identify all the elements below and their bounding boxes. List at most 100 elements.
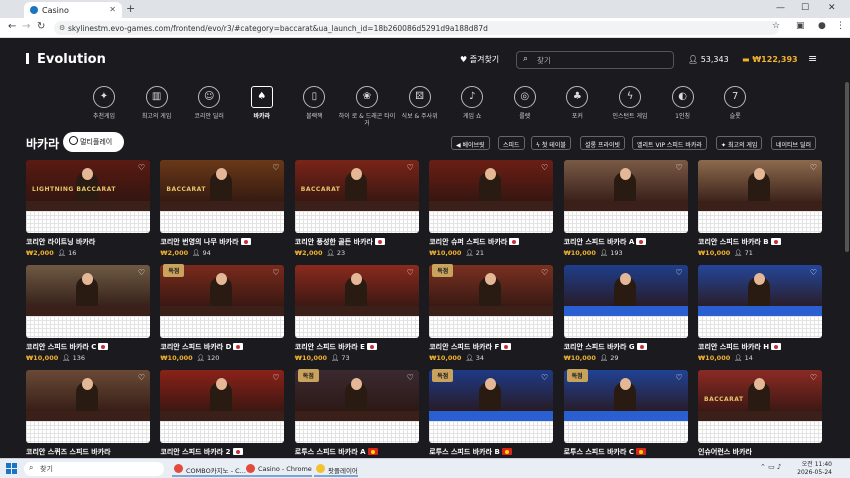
- game-thumbnail[interactable]: ♡: [698, 160, 822, 211]
- favorite-heart-icon[interactable]: ♡: [810, 268, 817, 277]
- game-thumbnail[interactable]: ♡: [429, 160, 554, 211]
- game-thumbnail[interactable]: ♡: [26, 370, 150, 421]
- game-card[interactable]: ♡ 코리안 슈퍼 스피드 바카라 ₩10,000 👤︎ 21: [429, 160, 554, 257]
- new-tab-button[interactable]: +: [126, 2, 135, 15]
- favorite-heart-icon[interactable]: ♡: [407, 373, 414, 382]
- maximize-button[interactable]: ☐: [801, 3, 809, 13]
- forward-icon[interactable]: →: [22, 21, 30, 32]
- category-sparkle[interactable]: ✦ 추천게임: [74, 86, 134, 120]
- filter-chip[interactable]: ϟ 첫 테이블: [531, 136, 571, 150]
- filter-chip[interactable]: 설롱 프라이빗: [580, 136, 626, 150]
- search-input[interactable]: ⌕ 찾기: [516, 51, 674, 69]
- taskbar-clock[interactable]: 오전 11:40 2026-05-24: [797, 461, 832, 477]
- game-card[interactable]: ♡ 코리안 스피드 바카라 C ₩10,000 👤︎ 136: [26, 265, 150, 362]
- category-first-person[interactable]: ◐ 1인칭: [653, 86, 713, 120]
- favorite-heart-icon[interactable]: ♡: [810, 163, 817, 172]
- game-thumbnail[interactable]: ♡: [698, 265, 822, 316]
- category-roulette[interactable]: ◎ 룰렛: [495, 86, 555, 120]
- close-tab-icon[interactable]: ✕: [109, 5, 116, 14]
- favorite-heart-icon[interactable]: ♡: [541, 163, 548, 172]
- favorite-heart-icon[interactable]: ♡: [272, 268, 279, 277]
- game-thumbnail[interactable]: ♡: [563, 265, 688, 316]
- category-podium[interactable]: ▥ 최고의 게임: [127, 86, 187, 120]
- favorite-heart-icon[interactable]: ♡: [675, 373, 682, 382]
- game-card[interactable]: ♡독점로투스 스피드 바카라 A₩10,000👤︎ 27: [294, 369, 419, 467]
- filter-chip[interactable]: 네이티브 딜러: [771, 136, 817, 150]
- favorite-heart-icon[interactable]: ♡: [541, 268, 548, 277]
- minimize-button[interactable]: —: [776, 3, 785, 13]
- category-dice[interactable]: ⚄ 식보 & 주사위: [390, 86, 450, 120]
- extensions-icon[interactable]: ▣: [796, 21, 805, 31]
- game-thumbnail[interactable]: ♡: [26, 265, 150, 316]
- category-poker[interactable]: ♣ 포커: [547, 86, 607, 120]
- close-window-button[interactable]: ✕: [828, 3, 836, 13]
- profile-avatar-icon[interactable]: ●: [818, 21, 826, 31]
- game-card[interactable]: ♡ 코리안 스피드 바카라 B ₩10,000 👤︎ 71: [698, 160, 822, 257]
- evolution-logo[interactable]: Evolution: [26, 52, 106, 67]
- game-card[interactable]: ♡독점로투스 스피드 바카라 C₩10,000👤︎ 13: [563, 369, 688, 467]
- game-thumbnail[interactable]: ♡ BACCARAT: [698, 370, 822, 421]
- favorite-heart-icon[interactable]: ♡: [675, 163, 682, 172]
- game-thumbnail[interactable]: ♡: [160, 370, 285, 421]
- dealer-head: [82, 273, 93, 285]
- favorite-heart-icon[interactable]: ♡: [272, 373, 279, 382]
- game-card[interactable]: ♡코리안 스퀴즈 스피드 바카라₩10,000👤︎ 26: [26, 370, 150, 467]
- game-card[interactable]: ♡독점로투스 스피드 바카라 B₩10,000👤︎ 31: [429, 369, 554, 467]
- taskbar-app[interactable]: COMBO카지노 - C...: [172, 461, 246, 477]
- category-lightning[interactable]: ϟ 인스턴트 게임: [600, 86, 660, 120]
- game-card[interactable]: ♡코리안 스피드 바카라 2₩10,000👤︎ 18: [160, 370, 285, 467]
- category-baccarat[interactable]: ♠ 바카라: [232, 86, 292, 120]
- category-label: 하이 로 & 드래곤 타이거: [338, 113, 396, 127]
- player-count: 👤︎ 73: [331, 354, 350, 362]
- multiplay-button[interactable]: 멀티플레이: [63, 132, 124, 152]
- category-slot-777[interactable]: 7 슬롯: [705, 86, 765, 120]
- filter-chip[interactable]: ◀ 베이브릿: [451, 136, 490, 150]
- game-card[interactable]: ♡ LIGHTNING BACCARAT 코리안 라이트닝 바카라 ₩2,000 👤︎ …: [26, 160, 150, 257]
- system-tray-icons[interactable]: ⌃ ▭ ♪: [760, 463, 781, 471]
- game-card[interactable]: ♡ 코리안 스피드 바카라 E ₩10,000 👤︎ 73: [294, 265, 419, 362]
- game-card[interactable]: ♡ BACCARAT 코리안 풍성한 골든 바카라 ₩2,000 👤︎ 23: [294, 160, 419, 257]
- game-card[interactable]: ♡ BACCARAT 코리안 번영의 나무 바카라 ₩2,000 👤︎ 94: [160, 160, 285, 257]
- category-korean-dealer[interactable]: ☺ 코리안 딜러: [179, 86, 239, 120]
- category-microphone[interactable]: ♪ 게임 쇼: [442, 86, 502, 120]
- favorite-heart-icon[interactable]: ♡: [272, 163, 279, 172]
- favorite-heart-icon[interactable]: ♡: [138, 373, 145, 382]
- favorite-heart-icon[interactable]: ♡: [810, 373, 817, 382]
- filter-chip[interactable]: 엘리트 VIP 스피드 바카라: [632, 136, 707, 150]
- favorite-heart-icon[interactable]: ♡: [138, 268, 145, 277]
- favorites-button[interactable]: ♥ 즐겨찾기: [460, 54, 499, 65]
- game-card[interactable]: ♡BACCARAT인슈어런스 바카라₩10,000👤︎ 19: [698, 370, 822, 467]
- hamburger-menu-icon[interactable]: ≡: [808, 52, 817, 65]
- bookmark-star-icon[interactable]: ☆: [772, 21, 780, 31]
- taskbar-app[interactable]: Casino - Chrome: [244, 461, 312, 477]
- browser-menu-icon[interactable]: ⋮: [836, 21, 845, 31]
- page-scrollbar[interactable]: [845, 82, 849, 252]
- game-thumbnail[interactable]: ♡: [563, 160, 688, 211]
- favorite-heart-icon[interactable]: ♡: [541, 373, 548, 382]
- favorite-heart-icon[interactable]: ♡: [675, 268, 682, 277]
- taskbar-search[interactable]: ⌕ 찾기: [24, 462, 164, 476]
- game-thumbnail[interactable]: ♡ LIGHTNING BACCARAT: [26, 160, 150, 211]
- game-thumbnail[interactable]: ♡ BACCARAT: [160, 160, 285, 211]
- favorite-heart-icon[interactable]: ♡: [138, 163, 145, 172]
- url-field[interactable]: ⚙ skylinestm.evo-games.com/frontend/evo/…: [54, 21, 779, 35]
- game-card[interactable]: ♡ 코리안 스피드 바카라 H ₩10,000 👤︎ 14: [698, 265, 822, 362]
- taskbar-app[interactable]: 팟플레이어: [314, 461, 358, 477]
- reload-icon[interactable]: ↻: [37, 21, 45, 32]
- windows-start-icon[interactable]: [6, 463, 17, 474]
- category-dragon[interactable]: ❀ 하이 로 & 드래곤 타이거: [337, 86, 397, 127]
- game-thumbnail[interactable]: ♡: [294, 265, 419, 316]
- game-card[interactable]: ♡ 독점 코리안 스피드 바카라 F ₩10,000 👤︎ 34: [429, 264, 554, 362]
- filter-chip[interactable]: 스피드: [498, 136, 525, 150]
- favorite-heart-icon[interactable]: ♡: [407, 163, 414, 172]
- site-info-icon[interactable]: ⚙: [59, 24, 65, 32]
- browser-tab[interactable]: Casino ✕: [24, 2, 122, 18]
- game-card[interactable]: ♡ 코리안 스피드 바카라 A ₩10,000 👤︎ 193: [563, 160, 688, 257]
- game-card[interactable]: ♡ 코리안 스피드 바카라 G ₩10,000 👤︎ 29: [563, 265, 688, 362]
- game-card[interactable]: ♡ 독점 코리안 스피드 바카라 D ₩10,000 👤︎ 120: [160, 264, 285, 362]
- back-icon[interactable]: ←: [8, 21, 16, 32]
- game-thumbnail[interactable]: ♡ BACCARAT: [294, 160, 419, 211]
- favorite-heart-icon[interactable]: ♡: [407, 268, 414, 277]
- filter-chip[interactable]: ✦ 최고의 게임: [716, 136, 763, 150]
- category-cards[interactable]: ▯ 블랙잭: [284, 86, 344, 120]
